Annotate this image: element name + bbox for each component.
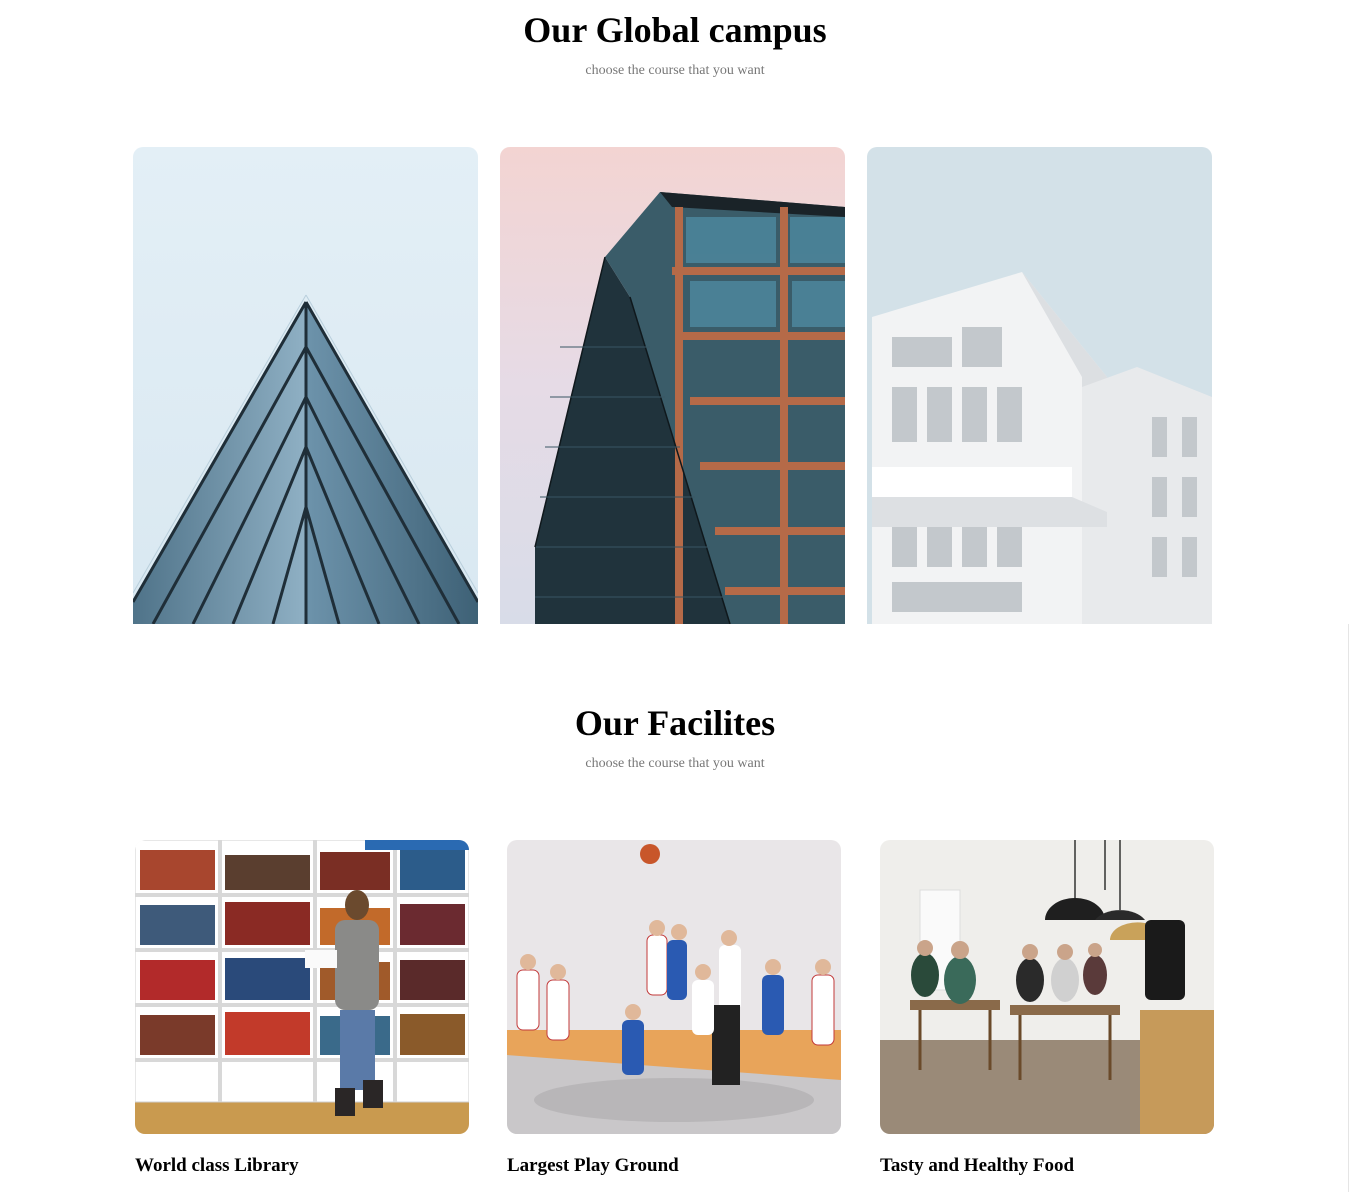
campus-image-2 (500, 147, 845, 624)
facility-card-food: Tasty and Healthy Food (880, 840, 1214, 1178)
facility-card-playground: Largest Play Ground (507, 840, 841, 1178)
playground-image (507, 840, 841, 1134)
facility-label-playground: Largest Play Ground (507, 1155, 679, 1176)
campus-image-1 (133, 147, 478, 624)
campus-subtitle: choose the course that you want (585, 63, 765, 78)
campus-image-3 (867, 147, 1212, 624)
library-image (135, 840, 469, 1134)
facility-card-library: World class Library (135, 840, 469, 1178)
facilities-title: Our Facilites (574, 703, 776, 743)
campus-title: Our Global campus (523, 10, 827, 50)
scrollbar-track[interactable] (1348, 624, 1349, 1192)
facility-label-library: World class Library (135, 1155, 299, 1176)
facilities-subtitle: choose the course that you want (585, 756, 765, 771)
facility-label-food: Tasty and Healthy Food (880, 1155, 1075, 1176)
food-image (880, 840, 1214, 1134)
